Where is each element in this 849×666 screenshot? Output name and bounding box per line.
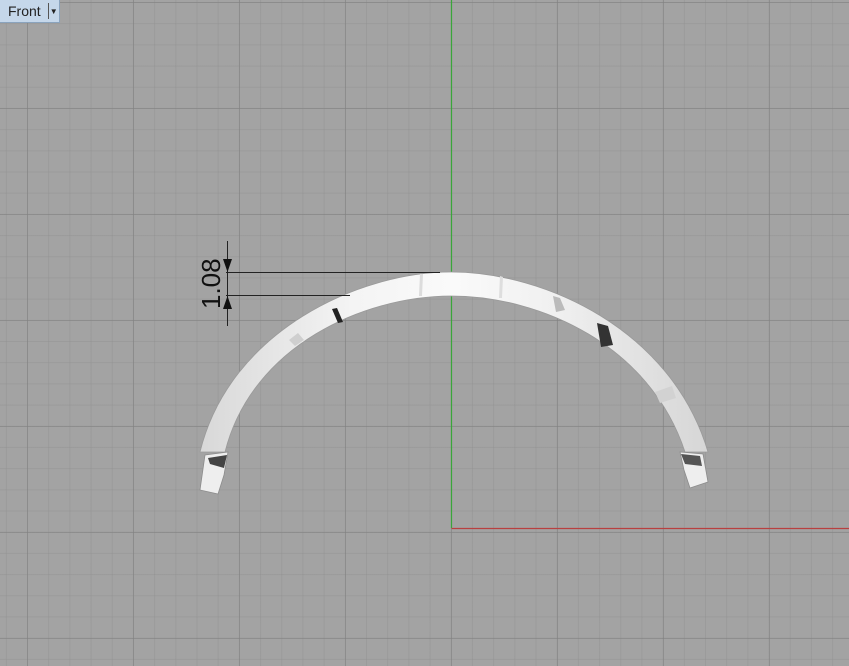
- viewport-canvas[interactable]: 1.08: [0, 0, 849, 666]
- front-viewport[interactable]: Front ▼ 1.08: [0, 0, 849, 666]
- dimension-value: 1.08: [196, 258, 226, 309]
- arch-part[interactable]: [199, 271, 709, 495]
